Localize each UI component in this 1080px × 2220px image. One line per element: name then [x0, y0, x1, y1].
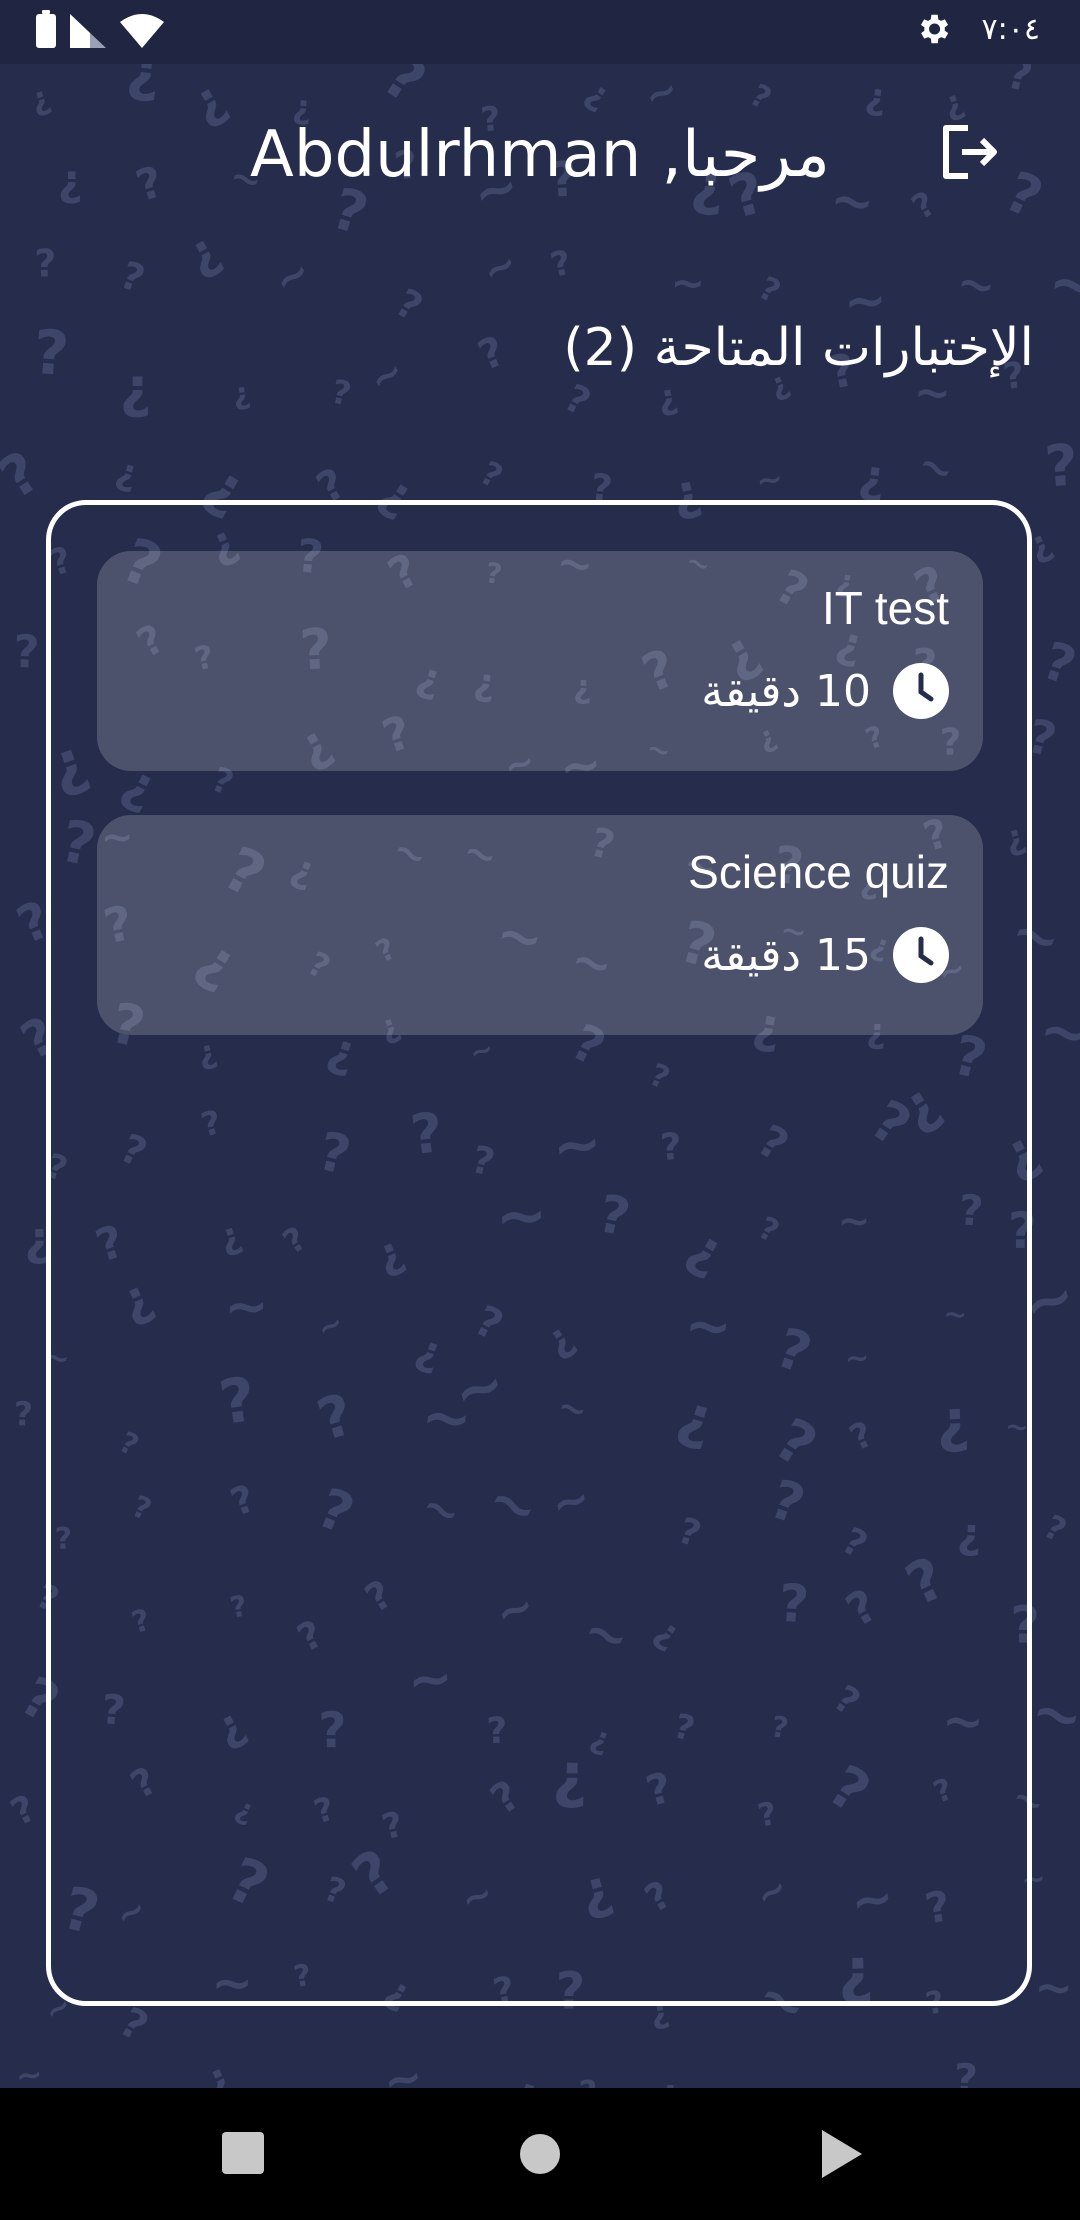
pattern-glyph: ~	[1043, 244, 1080, 324]
pattern-glyph: ¿	[176, 221, 229, 285]
quiz-card-science-quiz[interactable]: Science quiz 15 دقيقة	[97, 815, 983, 1035]
pattern-glyph: ?	[4, 1786, 43, 1834]
pattern-glyph: ~	[361, 348, 413, 404]
status-icons-right: ٧:٠٤	[914, 10, 1040, 48]
clock-icon	[893, 663, 949, 719]
recents-square-icon	[222, 2132, 264, 2174]
status-time: ٧:٠٤	[981, 11, 1040, 47]
signal-icon	[70, 14, 106, 48]
logout-button[interactable]	[930, 112, 1010, 192]
pattern-glyph: ~	[669, 258, 706, 308]
status-bar: ٧:٠٤	[0, 0, 1080, 64]
pattern-glyph: ?	[31, 317, 71, 390]
back-button[interactable]	[800, 2118, 880, 2190]
battery-icon	[36, 10, 56, 48]
quiz-title: Science quiz	[688, 846, 949, 898]
clock-icon	[893, 927, 949, 983]
pattern-glyph: ¿	[863, 76, 889, 119]
pattern-glyph: ?	[13, 1394, 33, 1433]
pattern-glyph: ¿	[196, 2052, 239, 2088]
pattern-glyph: ?	[953, 2055, 978, 2088]
pattern-glyph: ?	[744, 77, 778, 117]
pattern-glyph: ~	[474, 239, 526, 296]
recents-button[interactable]	[204, 2118, 284, 2190]
pattern-glyph: ~	[14, 2055, 45, 2088]
pattern-glyph: ~	[637, 66, 685, 120]
quiz-title: IT test	[822, 582, 949, 634]
pattern-glyph: ?	[578, 2072, 599, 2088]
pattern-glyph: ?	[34, 241, 57, 285]
greeting-title: مرحبا, Abdulrhman	[250, 118, 830, 192]
pattern-glyph: ~	[754, 459, 786, 500]
pattern-glyph: ?	[1002, 64, 1037, 102]
available-quizzes-title: الإختبارات المتاحة (2)	[563, 318, 1034, 378]
pattern-glyph: ?	[753, 269, 787, 311]
pattern-glyph: ?	[0, 439, 52, 512]
quiz-duration: 10 دقيقة	[701, 663, 949, 719]
pattern-glyph: ¿	[124, 64, 165, 105]
pattern-glyph: ¿	[1008, 2079, 1032, 2088]
pattern-glyph: ~	[1033, 1959, 1075, 2016]
quiz-duration: 15 دقيقة	[701, 927, 949, 983]
pattern-glyph: ~	[264, 246, 321, 306]
pattern-glyph: ?	[1035, 631, 1080, 698]
pattern-glyph: ¿	[658, 2071, 680, 2088]
pattern-glyph: ?	[115, 253, 151, 302]
navigation-bar	[0, 2088, 1080, 2220]
pattern-glyph: ?	[471, 327, 511, 380]
logout-icon	[943, 125, 997, 179]
pattern-glyph: ?	[547, 243, 576, 287]
pattern-glyph: ¿	[112, 451, 143, 496]
pattern-glyph: ?	[1043, 432, 1080, 500]
pattern-glyph: ¿	[856, 448, 890, 505]
pattern-glyph: ¿	[230, 376, 253, 413]
pattern-glyph: ¿	[301, 2075, 325, 2088]
pattern-glyph: ?	[474, 453, 510, 496]
pattern-glyph: ¿	[25, 78, 54, 120]
pattern-glyph: ?	[371, 64, 438, 118]
pattern-glyph: ~	[378, 2048, 428, 2088]
pattern-glyph: ~	[1034, 994, 1080, 1072]
pattern-glyph: ?	[557, 375, 598, 424]
pattern-glyph: ~	[909, 438, 963, 497]
quiz-duration-text: 15 دقيقة	[701, 929, 871, 981]
pattern-glyph: ¿	[579, 72, 618, 116]
pattern-glyph: ¿	[503, 2063, 548, 2088]
pattern-glyph: ?	[12, 625, 40, 679]
pattern-glyph: ?	[328, 372, 355, 414]
home-button[interactable]	[500, 2118, 580, 2190]
home-circle-icon	[520, 2134, 560, 2174]
quiz-list-panel: IT test 10 دقيقة Science quiz 15 دقيقة	[46, 500, 1032, 2006]
pattern-glyph: ¿	[120, 356, 152, 420]
pattern-glyph: ?	[388, 281, 430, 331]
wifi-icon	[120, 14, 164, 48]
pattern-glyph: ¿	[654, 376, 681, 419]
pattern-glyph: ?	[1038, 1507, 1073, 1550]
back-triangle-icon	[822, 2130, 862, 2178]
quiz-card-it-test[interactable]: IT test 10 دقيقة	[97, 551, 983, 771]
status-icons-left	[36, 10, 164, 48]
pattern-glyph: ~	[952, 254, 1001, 315]
settings-icon	[920, 14, 948, 44]
quiz-duration-text: 10 دقيقة	[701, 665, 871, 717]
